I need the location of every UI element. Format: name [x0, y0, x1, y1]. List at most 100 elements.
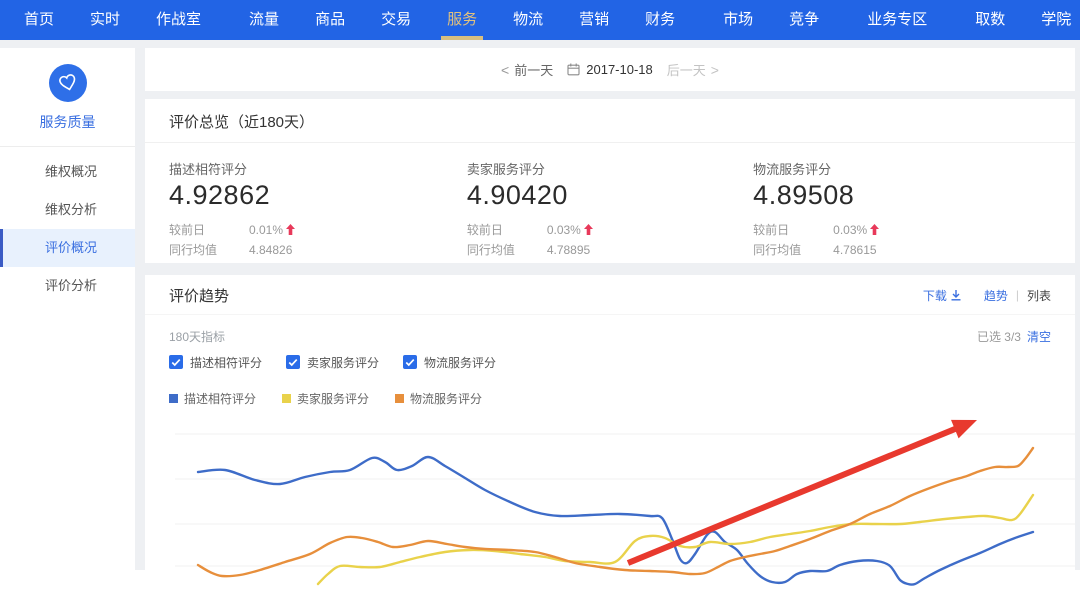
nav-item-logistics[interactable]: 物流 — [495, 0, 561, 40]
nav-item-academy[interactable]: 学院 — [1023, 0, 1080, 40]
chevron-right-icon: > — [711, 62, 719, 78]
nav-item-home[interactable]: 首页 — [6, 0, 72, 40]
peer-label: 同行均值 — [169, 241, 249, 258]
legend-item-logistics-score[interactable]: 物流服务评分 — [395, 390, 482, 407]
calendar-icon — [567, 63, 580, 76]
checkbox-checked-icon — [169, 355, 183, 369]
layout-gap — [135, 48, 145, 570]
checkbox-label: 物流服务评分 — [424, 354, 496, 371]
nav-item-service[interactable]: 服务 — [429, 0, 495, 40]
next-day-button[interactable]: 后一天 > — [667, 60, 719, 79]
trend-chart-area[interactable] — [175, 414, 1075, 591]
metric-value: 4.92862 — [169, 180, 467, 211]
download-button[interactable]: 下载 — [923, 287, 962, 304]
checkbox-checked-icon — [403, 355, 417, 369]
nav-item-business-zone[interactable]: 业务专区 — [849, 0, 945, 40]
layout-gap — [1075, 48, 1080, 570]
up-arrow-icon — [286, 224, 295, 235]
download-label: 下载 — [923, 287, 947, 304]
metric-value: 4.90420 — [467, 180, 753, 211]
metrics-row: 描述相符评分 4.92862 较前日 0.01% 同行均值 4.84826 — [145, 143, 1075, 258]
metric-sub: 较前日 0.01% 同行均值 4.84826 — [169, 221, 467, 258]
peer-value: 4.78615 — [833, 243, 876, 257]
next-day-label: 后一天 — [667, 60, 706, 79]
layout-gap — [145, 263, 1075, 275]
page-background-strip — [0, 40, 1080, 48]
sidebar: 服务质量 维权概况 维权分析 评价概况 评价分析 — [0, 48, 135, 570]
change-label: 较前日 — [467, 221, 547, 238]
date-picker[interactable]: 2017-10-18 — [567, 62, 653, 77]
change-value: 0.03% — [547, 223, 581, 237]
clear-button[interactable]: 清空 — [1027, 328, 1051, 345]
metric-sub: 较前日 0.03% 同行均值 4.78895 — [467, 221, 753, 258]
legend-item-seller-service-score[interactable]: 卖家服务评分 — [282, 390, 369, 407]
sidebar-item-rights-overview[interactable]: 维权概况 — [0, 153, 135, 191]
sidebar-group-header: 服务质量 — [0, 48, 135, 147]
legend-label: 卖家服务评分 — [297, 390, 369, 407]
nav-item-warroom[interactable]: 作战室 — [138, 0, 219, 40]
change-label: 较前日 — [753, 221, 833, 238]
top-navigation: 首页 实时 作战室 流量 商品 交易 服务 物流 营销 财务 市场 竞争 业务专… — [0, 0, 1080, 40]
sidebar-item-rights-analysis[interactable]: 维权分析 — [0, 191, 135, 229]
change-label: 较前日 — [169, 221, 249, 238]
period-label: 180天指标 — [169, 328, 225, 345]
nav-item-competition[interactable]: 竞争 — [771, 0, 837, 40]
sidebar-item-review-analysis[interactable]: 评价分析 — [0, 267, 135, 305]
peer-value: 4.78895 — [547, 243, 590, 257]
trend-filters: 180天指标 已选 3/3 清空 描述相符评分 — [145, 315, 1075, 371]
current-date: 2017-10-18 — [586, 62, 653, 77]
peer-label: 同行均值 — [753, 241, 833, 258]
metric-value: 4.89508 — [753, 180, 1051, 211]
change-value: 0.01% — [249, 223, 283, 237]
view-separator: | — [1016, 288, 1019, 302]
trend-chart-svg — [175, 414, 1075, 586]
nav-item-products[interactable]: 商品 — [297, 0, 363, 40]
sidebar-menu: 维权概况 维权分析 评价概况 评价分析 — [0, 147, 135, 305]
metric-sub: 较前日 0.03% 同行均值 4.78615 — [753, 221, 1051, 258]
up-arrow-icon — [870, 224, 879, 235]
metric-seller-service-score: 卖家服务评分 4.90420 较前日 0.03% 同行均值 4.78895 — [467, 159, 753, 258]
checkbox-label: 描述相符评分 — [190, 354, 262, 371]
legend-label: 描述相符评分 — [184, 390, 256, 407]
view-list-tab[interactable]: 列表 — [1027, 287, 1051, 304]
layout-gap — [145, 91, 1075, 99]
checkbox-description-score[interactable]: 描述相符评分 — [169, 354, 286, 371]
metric-label: 物流服务评分 — [753, 159, 1051, 178]
trend-title: 评价趋势 — [169, 285, 229, 306]
heart-icon — [49, 64, 87, 102]
review-overview-card: 评价总览（近180天） 描述相符评分 4.92862 较前日 0.01% 同行 — [145, 99, 1075, 263]
peer-value: 4.84826 — [249, 243, 292, 257]
date-bar: < 前一天 2017-10-18 后一天 > — [145, 48, 1075, 91]
overview-title: 评价总览（近180天） — [145, 99, 1075, 143]
nav-item-market[interactable]: 市场 — [705, 0, 771, 40]
sidebar-group-title: 服务质量 — [0, 112, 135, 132]
checkbox-label: 卖家服务评分 — [307, 354, 379, 371]
peer-label: 同行均值 — [467, 241, 547, 258]
metric-label: 描述相符评分 — [169, 159, 467, 178]
prev-day-button[interactable]: < 前一天 — [501, 60, 553, 79]
nav-item-data-fetch[interactable]: 取数 — [957, 0, 1023, 40]
metric-logistics-score: 物流服务评分 4.89508 较前日 0.03% 同行均值 4.78615 — [753, 159, 1051, 258]
nav-item-realtime[interactable]: 实时 — [72, 0, 138, 40]
nav-item-trade[interactable]: 交易 — [363, 0, 429, 40]
download-icon — [950, 289, 962, 301]
legend-swatch — [395, 394, 404, 403]
legend-item-description-score[interactable]: 描述相符评分 — [169, 390, 256, 407]
nav-item-finance[interactable]: 财务 — [627, 0, 693, 40]
nav-item-marketing[interactable]: 营销 — [561, 0, 627, 40]
change-value: 0.03% — [833, 223, 867, 237]
metric-description-score: 描述相符评分 4.92862 较前日 0.01% 同行均值 4.84826 — [169, 159, 467, 258]
checkbox-checked-icon — [286, 355, 300, 369]
main-content: < 前一天 2017-10-18 后一天 > 评价总览（近180天） — [145, 48, 1075, 591]
selected-count: 已选 3/3 — [977, 328, 1021, 345]
view-trend-tab[interactable]: 趋势 — [984, 287, 1008, 304]
sidebar-item-review-overview[interactable]: 评价概况 — [0, 229, 135, 267]
review-trend-card: 评价趋势 下载 趋势 | 列表 180天指标 — [145, 275, 1075, 591]
up-arrow-icon — [584, 224, 593, 235]
chevron-left-icon: < — [501, 62, 509, 78]
nav-item-traffic[interactable]: 流量 — [231, 0, 297, 40]
chart-legend: 描述相符评分 卖家服务评分 物流服务评分 — [169, 390, 1075, 407]
legend-label: 物流服务评分 — [410, 390, 482, 407]
checkbox-seller-service-score[interactable]: 卖家服务评分 — [286, 354, 403, 371]
checkbox-logistics-score[interactable]: 物流服务评分 — [403, 354, 520, 371]
